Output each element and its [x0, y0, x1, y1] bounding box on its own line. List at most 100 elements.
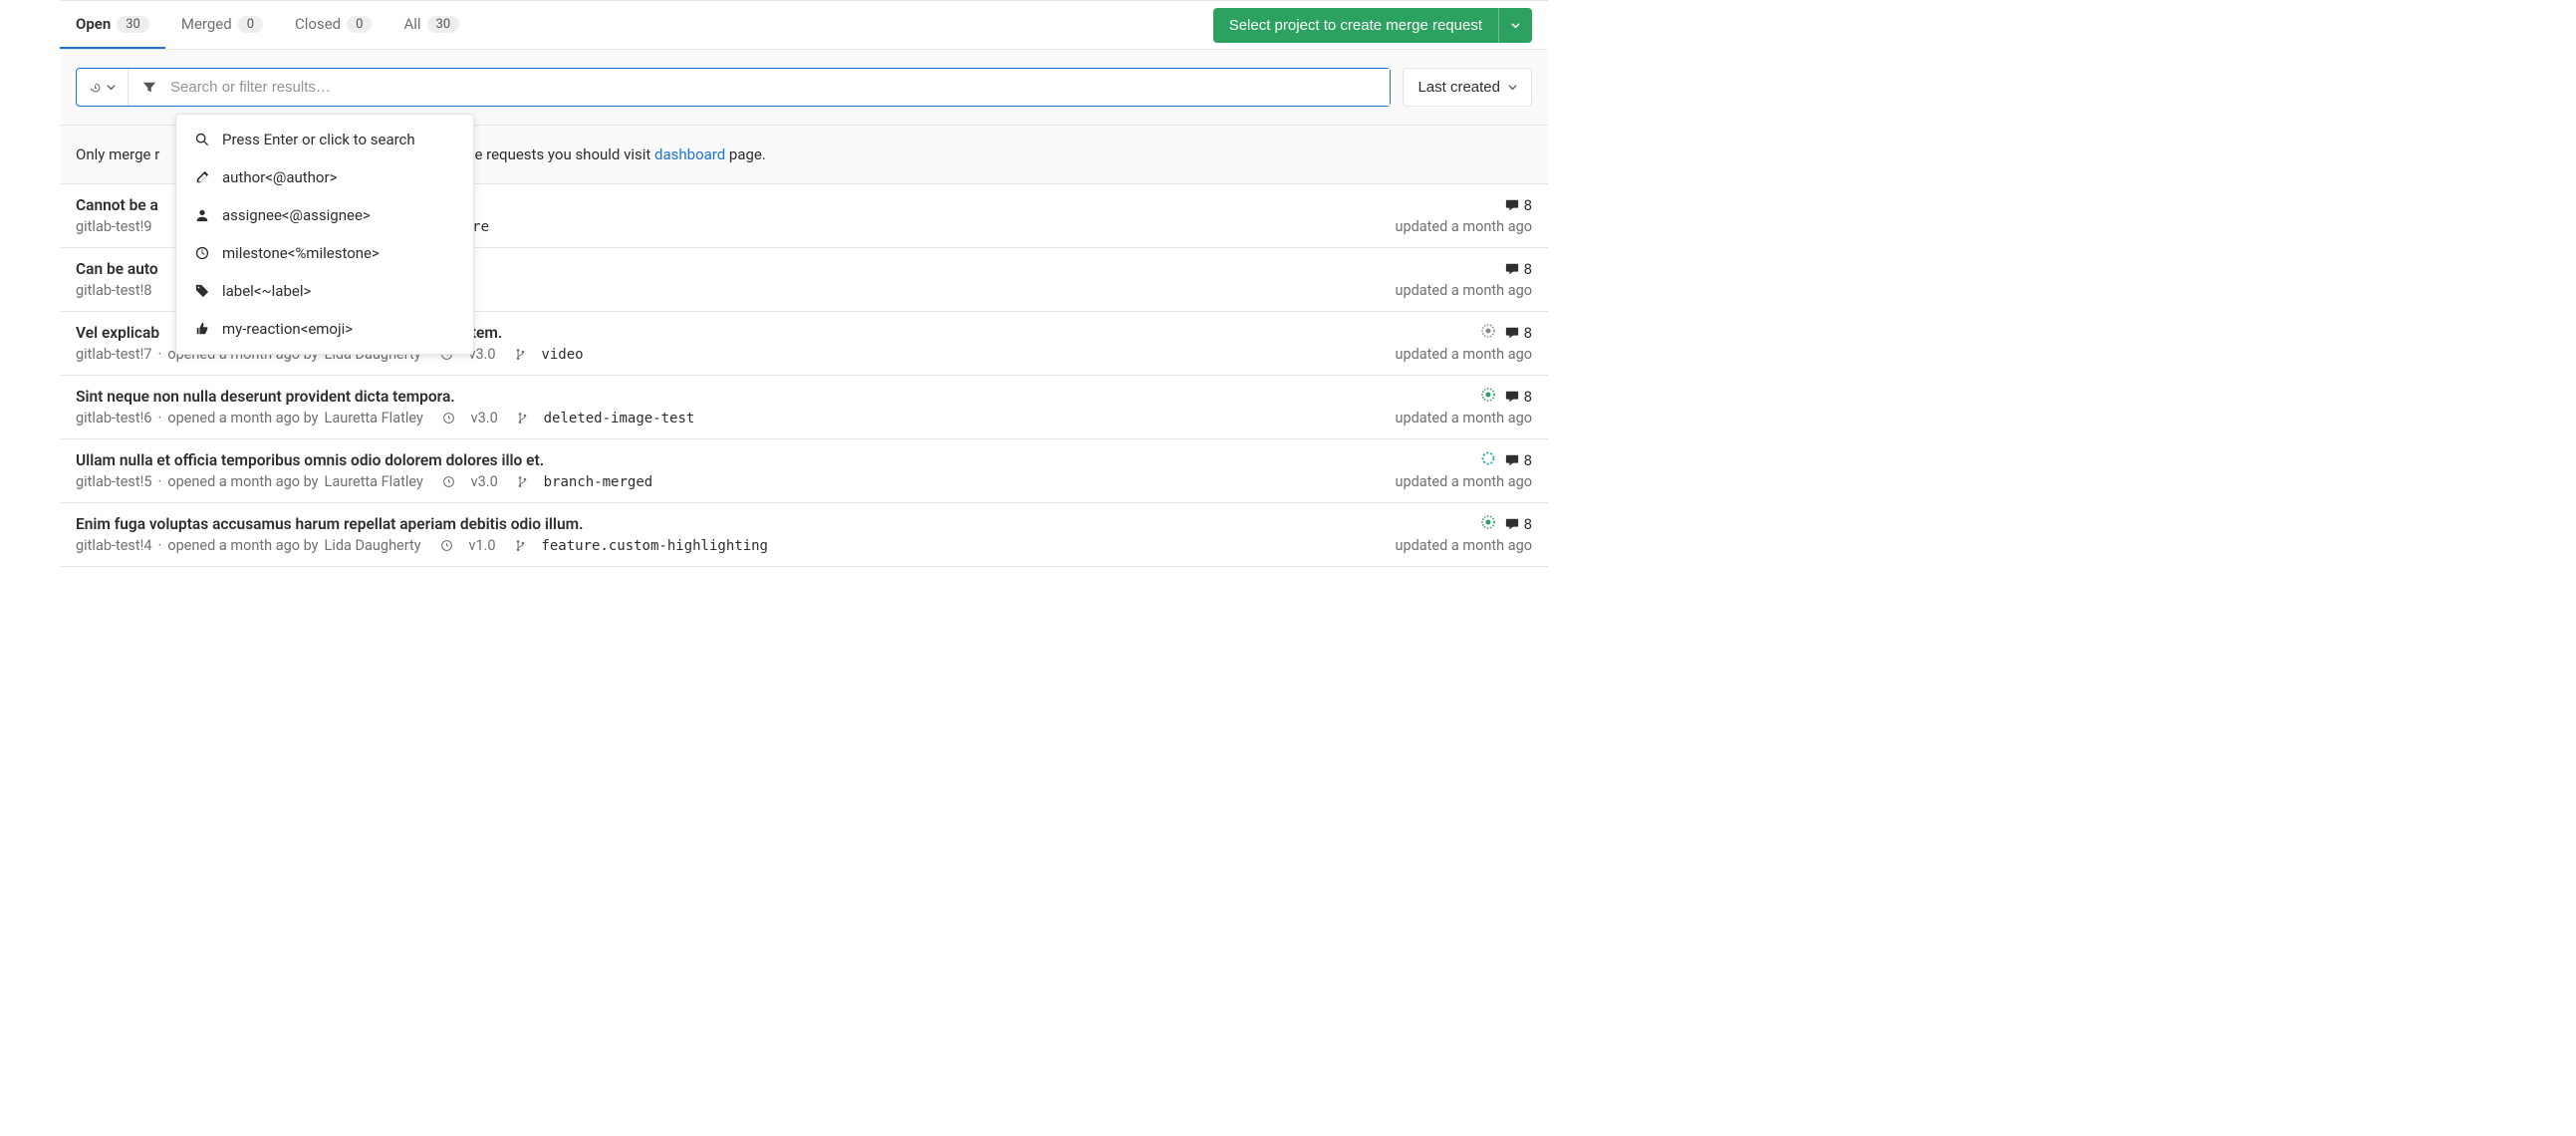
hint-author-text: author<@author>: [222, 168, 337, 186]
mr-item: Enim fuga voluptas accusamus harum repel…: [60, 503, 1548, 567]
mr-comments[interactable]: 8: [1505, 196, 1532, 214]
tab-open[interactable]: Open 30: [60, 1, 165, 49]
mr-branch[interactable]: feature.custom-highlighting: [541, 538, 768, 554]
thumbs-up-icon: [194, 322, 210, 336]
funnel-icon: [142, 81, 156, 95]
clock-icon: [194, 246, 210, 260]
sort-dropdown[interactable]: Last created: [1403, 68, 1532, 107]
hint-reaction[interactable]: my-reaction<emoji>: [176, 310, 473, 348]
mr-opened: opened a month ago by: [167, 473, 318, 490]
hint-assignee-text: assignee<@assignee>: [222, 206, 371, 224]
search-icon: [194, 133, 210, 146]
chevron-down-icon: [1511, 21, 1520, 30]
mr-right-top: 8: [1481, 451, 1532, 469]
pipeline-status-icon[interactable]: [1481, 515, 1495, 533]
hint-assignee[interactable]: assignee<@assignee>: [176, 196, 473, 234]
tag-icon: [194, 284, 210, 298]
mr-branch[interactable]: deleted-image-test: [544, 411, 695, 426]
filter-row: Last created Press Enter or click to sea…: [60, 50, 1548, 126]
hint-author[interactable]: author<@author>: [176, 158, 473, 196]
filter-hints-dropdown: Press Enter or click to search author<@a…: [175, 114, 474, 355]
mr-right-top: 8: [1505, 196, 1532, 214]
mr-item: Ullam nulla et officia temporibus omnis …: [60, 439, 1548, 503]
tab-open-label: Open: [76, 15, 111, 33]
mr-updated: updated a month ago: [1395, 218, 1532, 235]
hint-label-text: label<~label>: [222, 282, 311, 300]
mr-ref[interactable]: gitlab-test!9: [76, 218, 152, 235]
chevron-down-icon: [107, 83, 116, 92]
pipeline-status-icon[interactable]: [1481, 388, 1495, 406]
mr-comments[interactable]: 8: [1505, 260, 1532, 278]
banner-suffix: page.: [725, 145, 766, 163]
tab-merged-count: 0: [238, 16, 263, 33]
tab-merged[interactable]: Merged 0: [165, 1, 279, 49]
mr-author[interactable]: Lauretta Flatley: [325, 410, 423, 426]
mr-ref[interactable]: gitlab-test!6: [76, 410, 152, 426]
history-button[interactable]: [77, 69, 129, 106]
tabs-row: Open 30 Merged 0 Closed 0 All 30 Select …: [60, 1, 1548, 50]
mr-milestone[interactable]: v1.0: [468, 537, 495, 554]
mr-branch[interactable]: branch-merged: [544, 474, 653, 490]
mr-updated: updated a month ago: [1395, 537, 1532, 554]
mr-meta: gitlab-test!6 · opened a month ago by La…: [76, 410, 1395, 426]
pencil-icon: [194, 170, 210, 184]
mr-right-top: 8: [1481, 515, 1532, 533]
tab-open-count: 30: [117, 16, 149, 33]
banner-prefix: Only merge r: [76, 145, 159, 163]
mr-opened: opened a month ago by: [167, 410, 318, 426]
dashboard-link[interactable]: dashboard: [654, 145, 725, 163]
mr-author[interactable]: Lauretta Flatley: [325, 473, 423, 490]
mr-right-top: 8: [1505, 260, 1532, 278]
tab-merged-label: Merged: [181, 15, 232, 33]
tab-all-count: 30: [427, 16, 460, 33]
tab-closed[interactable]: Closed 0: [279, 1, 387, 49]
filter-icon-box: [129, 69, 166, 106]
mr-ref[interactable]: gitlab-test!5: [76, 473, 152, 490]
hint-search-text: Press Enter or click to search: [222, 131, 415, 148]
mr-title[interactable]: Ullam nulla et officia temporibus omnis …: [76, 451, 1395, 469]
hint-reaction-text: my-reaction<emoji>: [222, 320, 353, 338]
tab-all[interactable]: All 30: [387, 1, 475, 49]
mr-updated: updated a month ago: [1395, 346, 1532, 363]
search-input[interactable]: [166, 69, 1390, 106]
chevron-down-icon: [1508, 83, 1517, 92]
mr-meta: gitlab-test!4 · opened a month ago by Li…: [76, 537, 1395, 554]
mr-right-top: 8: [1481, 324, 1532, 342]
mr-comments[interactable]: 8: [1505, 388, 1532, 406]
tab-closed-label: Closed: [295, 15, 341, 33]
mr-opened: opened a month ago by: [167, 537, 318, 554]
tab-closed-count: 0: [347, 16, 372, 33]
mr-author[interactable]: Lida Daugherty: [325, 537, 421, 554]
mr-comments[interactable]: 8: [1505, 515, 1532, 533]
mr-comments[interactable]: 8: [1505, 324, 1532, 342]
mr-comments[interactable]: 8: [1505, 451, 1532, 469]
history-icon: [89, 81, 103, 95]
mr-title[interactable]: Enim fuga voluptas accusamus harum repel…: [76, 515, 1395, 533]
tab-all-label: All: [403, 15, 420, 33]
mr-updated: updated a month ago: [1395, 282, 1532, 299]
sort-label: Last created: [1417, 79, 1500, 96]
mr-ref[interactable]: gitlab-test!8: [76, 282, 152, 299]
mr-ref[interactable]: gitlab-test!4: [76, 537, 152, 554]
mr-updated: updated a month ago: [1395, 473, 1532, 490]
mr-right-top: 8: [1481, 388, 1532, 406]
mr-title[interactable]: Sint neque non nulla deserunt provident …: [76, 388, 1395, 406]
mr-milestone[interactable]: v3.0: [471, 410, 498, 426]
mr-meta: gitlab-test!5 · opened a month ago by La…: [76, 473, 1395, 490]
hint-milestone-text: milestone<%milestone>: [222, 244, 380, 262]
pipeline-status-icon[interactable]: [1481, 451, 1495, 469]
create-mr-button[interactable]: Select project to create merge request: [1213, 8, 1498, 43]
mr-item: Sint neque non nulla deserunt provident …: [60, 376, 1548, 439]
pipeline-status-icon[interactable]: [1481, 324, 1495, 342]
user-icon: [194, 208, 210, 222]
hint-search[interactable]: Press Enter or click to search: [176, 121, 473, 158]
mr-updated: updated a month ago: [1395, 410, 1532, 426]
mr-ref[interactable]: gitlab-test!7: [76, 346, 152, 363]
hint-label[interactable]: label<~label>: [176, 272, 473, 310]
create-mr-group: Select project to create merge request: [1213, 8, 1532, 43]
mr-branch[interactable]: video: [541, 347, 583, 363]
mr-milestone[interactable]: v3.0: [471, 473, 498, 490]
hint-milestone[interactable]: milestone<%milestone>: [176, 234, 473, 272]
create-mr-dropdown[interactable]: [1498, 8, 1532, 43]
filter-input-wrap: [76, 68, 1391, 107]
